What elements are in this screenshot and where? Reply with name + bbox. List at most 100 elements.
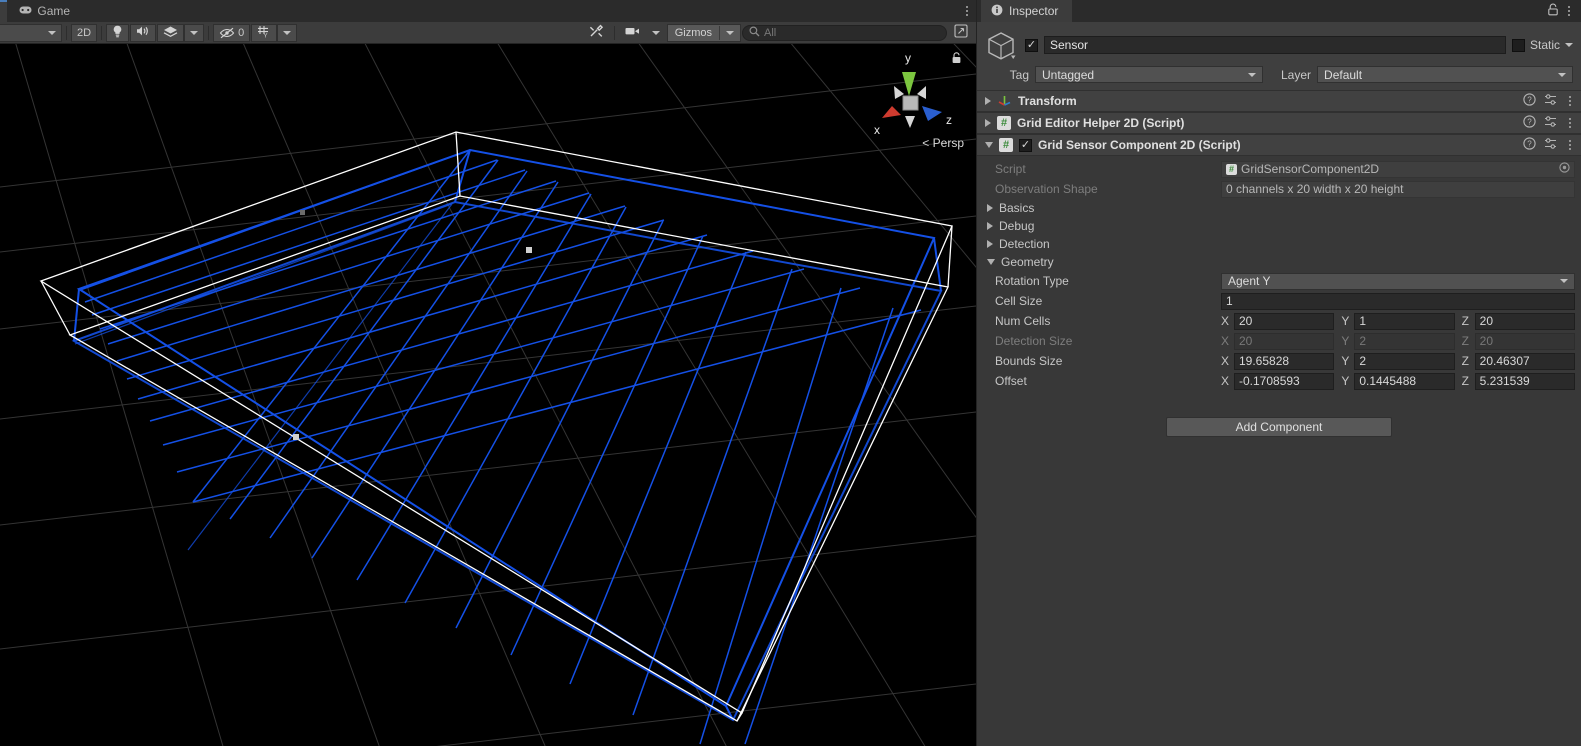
lighting-toggle-button[interactable] <box>106 23 130 42</box>
help-icon[interactable]: ? <box>1523 137 1536 153</box>
chevron-down-icon <box>1248 72 1256 77</box>
component-menu-button[interactable] <box>1565 115 1575 131</box>
toolbar-divider <box>101 25 103 40</box>
axis-x-label: X <box>1221 374 1230 388</box>
num-cells-z-input[interactable]: 20 <box>1474 312 1575 330</box>
scene-panel-menu-button[interactable] <box>958 0 976 22</box>
property-row-detection-size: Detection Size X 20 Y 2 Z 20 <box>983 331 1575 351</box>
info-icon <box>991 4 1003 19</box>
observation-shape-value: 0 channels x 20 width x 20 height <box>1226 182 1404 196</box>
inspector-content: ✓ Sensor Static Tag Untagged Layer Defau… <box>977 22 1581 746</box>
section-basics[interactable]: Basics <box>983 199 1575 217</box>
gameobject-header: ✓ Sensor Static <box>977 22 1581 66</box>
layer-label: Layer <box>1281 67 1312 82</box>
chevron-down-icon <box>651 30 660 35</box>
component-enabled-checkbox[interactable]: ✓ <box>1019 138 1032 152</box>
gizmos-dropdown[interactable]: Gizmos <box>666 23 741 42</box>
offset-x-input[interactable]: -0.1708593 <box>1234 372 1335 390</box>
foldout-arrow-icon[interactable] <box>985 97 991 105</box>
gameobject-name-input[interactable]: Sensor <box>1044 36 1506 54</box>
tab-game[interactable]: Game <box>7 0 83 22</box>
foldout-arrow-icon[interactable] <box>985 142 993 148</box>
chevron-down-icon <box>283 30 292 35</box>
component-header-transform[interactable]: Transform ? <box>977 90 1581 112</box>
grid-snap-dropdown-button[interactable] <box>277 23 298 42</box>
tag-dropdown[interactable]: Untagged <box>1035 66 1263 83</box>
scene-view-panel: ne Game 2D <box>0 0 976 746</box>
foldout-arrow-icon[interactable] <box>985 119 991 127</box>
num-cells-x-input[interactable]: 20 <box>1234 312 1335 330</box>
camera-dropdown-button[interactable] <box>646 24 666 42</box>
inspector-menu-button[interactable] <box>1561 1 1577 21</box>
preset-icon[interactable] <box>1544 93 1557 109</box>
axis-z-label: Z <box>1461 334 1469 348</box>
scene-search-input[interactable]: All <box>742 24 947 41</box>
help-icon[interactable]: ? <box>1523 115 1536 131</box>
bounds-size-z-input[interactable]: 20.46307 <box>1474 352 1575 370</box>
gizmos-label: Gizmos <box>674 26 712 39</box>
scene-render <box>0 44 976 746</box>
bounds-size-y-input[interactable]: 2 <box>1354 352 1455 370</box>
scene-camera-button[interactable] <box>619 24 646 42</box>
component-header-grid-editor-helper-2d[interactable]: # Grid Editor Helper 2D (Script) ? <box>977 112 1581 134</box>
effects-toggle-button[interactable] <box>157 23 185 42</box>
effects-dropdown-button[interactable] <box>184 23 205 42</box>
chevron-down-icon <box>1558 72 1566 77</box>
script-object-field[interactable]: # GridSensorComponent2D <box>1221 160 1575 178</box>
help-icon[interactable]: ? <box>1523 93 1536 109</box>
cell-size-input[interactable]: 1 <box>1221 292 1575 310</box>
draw-mode-dropdown[interactable] <box>0 23 62 42</box>
property-row-num-cells: Num Cells X 20 Y 1 Z 20 <box>983 311 1575 331</box>
static-group: Static <box>1511 38 1573 52</box>
add-component-button[interactable]: Add Component <box>1166 417 1392 437</box>
scene-tools-button[interactable] <box>583 24 610 42</box>
audio-toggle-button[interactable] <box>130 23 157 42</box>
gameobject-enabled-checkbox[interactable]: ✓ <box>1025 38 1038 52</box>
gizmos-chevron[interactable] <box>720 30 740 35</box>
num-cells-y-input[interactable]: 1 <box>1354 312 1455 330</box>
toolbar-divider <box>208 25 210 40</box>
toggle-2d-button[interactable]: 2D <box>71 23 98 42</box>
game-tab-label: Game <box>37 4 71 18</box>
offset-z-input[interactable]: 5.231539 <box>1474 372 1575 390</box>
gamepad-icon <box>19 4 32 18</box>
effects-group <box>157 23 205 42</box>
gizmo-projection-label[interactable]: < Persp <box>922 136 964 150</box>
lock-icon[interactable] <box>1547 3 1559 19</box>
layer-dropdown[interactable]: Default <box>1317 66 1573 83</box>
bounds-size-x-input[interactable]: 19.65828 <box>1234 352 1335 370</box>
static-checkbox[interactable] <box>1511 38 1525 52</box>
component-menu-button[interactable] <box>1565 93 1575 109</box>
scene-viewport[interactable]: y x z < Persp <box>0 44 976 746</box>
hidden-objects-button[interactable]: 0 <box>213 23 251 42</box>
section-label: Detection <box>999 237 1050 251</box>
foldout-arrow-icon[interactable] <box>987 222 993 230</box>
section-detection[interactable]: Detection <box>983 235 1575 253</box>
grid-sensor-properties: Script # GridSensorComponent2D Observati… <box>977 156 1581 443</box>
component-menu-button[interactable] <box>1565 137 1575 153</box>
static-dropdown-icon[interactable] <box>1565 43 1573 47</box>
foldout-arrow-icon[interactable] <box>987 259 995 265</box>
property-row-observation-shape: Observation Shape 0 channels x 20 width … <box>983 179 1575 199</box>
bounds-size-label: Bounds Size <box>995 354 1063 368</box>
foldout-arrow-icon[interactable] <box>987 204 993 212</box>
prefab-cube-icon[interactable] <box>985 28 1019 62</box>
foldout-arrow-icon[interactable] <box>987 240 993 248</box>
rotation-type-dropdown[interactable]: Agent Y <box>1221 272 1575 290</box>
preset-icon[interactable] <box>1544 115 1557 131</box>
grid-snap-button[interactable]: Y <box>251 23 278 42</box>
num-cells-y-value: 1 <box>1359 314 1367 328</box>
grid-snap-icon: Y <box>257 25 271 41</box>
section-geometry[interactable]: Geometry <box>983 253 1575 271</box>
object-picker-icon[interactable] <box>1559 162 1570 176</box>
tab-scene[interactable]: ne <box>0 0 8 22</box>
observation-shape-value-field: 0 channels x 20 width x 20 height <box>1221 180 1575 198</box>
section-debug[interactable]: Debug <box>983 217 1575 235</box>
offset-y-input[interactable]: 0.1445488 <box>1354 372 1455 390</box>
preset-icon[interactable] <box>1544 137 1557 153</box>
component-header-grid-sensor-component-2d[interactable]: # ✓ Grid Sensor Component 2D (Script) ? <box>977 134 1581 156</box>
scene-maximize-button[interactable] <box>948 24 974 42</box>
script-object-value-wrap: # GridSensorComponent2D <box>1226 162 1559 176</box>
toggle-2d-label: 2D <box>77 26 92 39</box>
tab-inspector[interactable]: Inspector <box>981 0 1073 22</box>
